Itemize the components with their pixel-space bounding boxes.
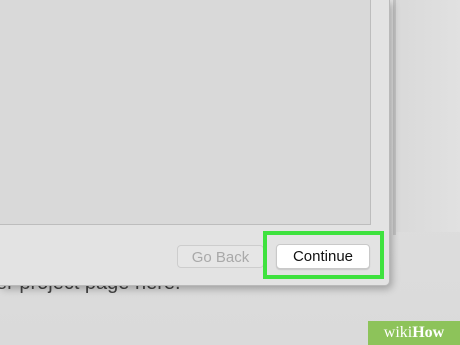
continue-button[interactable]: Continue (276, 244, 370, 269)
background-panel (396, 0, 460, 232)
dialog-content-pane (0, 0, 371, 225)
watermark-prefix: wiki (383, 324, 413, 341)
watermark-suffix: How (412, 324, 445, 341)
wikihow-watermark: wikiHow (368, 321, 460, 345)
go-back-button[interactable]: Go Back (177, 245, 264, 268)
